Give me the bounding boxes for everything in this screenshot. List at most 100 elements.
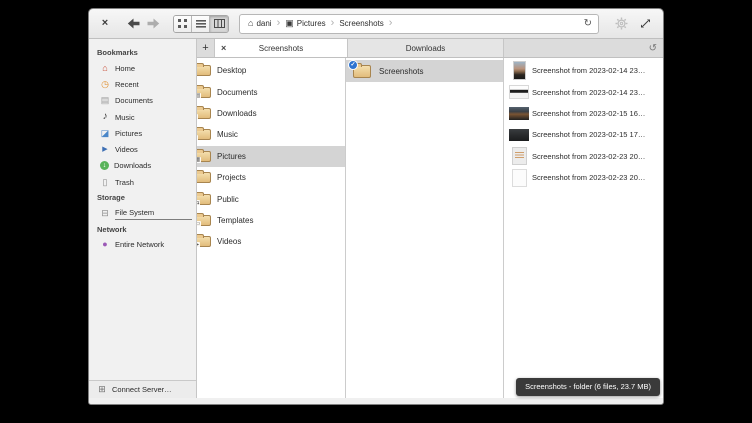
chevron-right-icon: ›	[274, 18, 284, 29]
sidebar-item-videos[interactable]: ▶ Videos	[89, 141, 196, 157]
forward-button[interactable]	[143, 16, 163, 32]
breadcrumb-home[interactable]: ⌂ dani	[246, 19, 274, 28]
chevron-right-icon: ›	[328, 18, 338, 29]
folder-icon: ↓	[197, 108, 211, 119]
list-view-button[interactable]	[192, 16, 210, 32]
file-row[interactable]: Screenshot from 2023-02-23 20…	[504, 167, 663, 188]
toolbar: ×	[89, 9, 663, 39]
status-tooltip: Screenshots - folder (6 files, 23.7 MB)	[516, 378, 660, 396]
file-label: Screenshot from 2023-02-14 23…	[532, 66, 645, 75]
breadcrumb-pictures-label: Pictures	[297, 19, 326, 28]
sidebar-item-documents[interactable]: ▤ Documents	[89, 93, 196, 109]
thumbnail-frame	[506, 147, 532, 165]
column-home: Desktop ▤ Documents ↓ Downloads ♪ Musi	[197, 58, 346, 398]
breadcrumb-screenshots[interactable]: Screenshots	[337, 19, 385, 28]
new-tab-button[interactable]: +	[197, 39, 215, 57]
home-icon: ⌂	[100, 64, 110, 73]
folder-label: Downloads	[217, 109, 257, 118]
file-label: Screenshot from 2023-02-15 17…	[532, 130, 645, 139]
window-close-button[interactable]: ×	[97, 18, 113, 29]
folder-row-public[interactable]: ⇆ Public	[197, 188, 345, 209]
folder-row-pictures[interactable]: ▦ Pictures	[197, 146, 345, 167]
thumbnail-frame	[506, 129, 532, 141]
folder-icon: ✓	[353, 65, 371, 78]
column-view-button[interactable]	[210, 16, 228, 32]
thumbnail-frame	[506, 61, 532, 80]
list-view-icon	[196, 19, 206, 28]
sidebar-item-label: Downloads	[114, 161, 151, 170]
sidebar-item-label: Pictures	[115, 129, 142, 138]
breadcrumb-pictures[interactable]: ▣ Pictures	[283, 19, 327, 28]
file-row[interactable]: Screenshot from 2023-02-23 20…	[504, 146, 663, 167]
folder-row-templates[interactable]: ▭ Templates	[197, 210, 345, 231]
tab-screenshots[interactable]: × Screenshots	[215, 39, 348, 57]
file-row[interactable]: Screenshot from 2023-02-14 23…	[504, 60, 663, 81]
folder-emblem-icon: ▭	[197, 221, 201, 227]
back-button[interactable]	[123, 16, 143, 32]
hard-drive-icon: ⊟	[100, 209, 110, 218]
folder-emblem-icon: ⇆	[197, 200, 200, 206]
tab-label: Screenshots	[215, 44, 347, 53]
sidebar-item-entire-network[interactable]: ● Entire Network	[89, 237, 196, 253]
file-label: Screenshot from 2023-02-14 23…	[532, 88, 645, 97]
video-icon: ▶	[100, 146, 110, 153]
folder-row-downloads[interactable]: ↓ Downloads	[197, 103, 345, 124]
sidebar-item-music[interactable]: ♪ Music	[89, 109, 196, 125]
folder-row-videos[interactable]: ▶ Videos	[197, 231, 345, 252]
file-thumbnail	[512, 169, 527, 187]
network-globe-icon: ●	[100, 240, 110, 249]
folder-label: Screenshots	[379, 67, 423, 76]
sidebar-item-trash[interactable]: ▯ Trash	[89, 174, 196, 190]
tab-bar: + × Screenshots Downloads ↺	[197, 39, 663, 58]
tab-downloads[interactable]: Downloads	[348, 39, 504, 57]
file-row[interactable]: Screenshot from 2023-02-14 23…	[504, 81, 663, 102]
folder-row-screenshots[interactable]: ✓ Screenshots	[346, 60, 503, 82]
forward-arrow-icon	[147, 18, 160, 29]
thumbnail-frame	[506, 169, 532, 187]
breadcrumb-screenshots-label: Screenshots	[339, 19, 383, 28]
grid-view-button[interactable]	[174, 16, 192, 32]
sidebar-item-label: Trash	[115, 178, 134, 187]
connect-server-label: Connect Server…	[112, 385, 172, 394]
folder-row-desktop[interactable]: Desktop	[197, 60, 345, 81]
folder-row-documents[interactable]: ▤ Documents	[197, 81, 345, 102]
screen: ×	[0, 0, 752, 423]
grid-view-icon	[178, 19, 187, 28]
tab-history-button[interactable]: ↺	[643, 39, 663, 57]
file-row[interactable]: Screenshot from 2023-02-15 17…	[504, 124, 663, 145]
column-view-icon	[214, 19, 225, 28]
tab-label: Downloads	[348, 44, 503, 53]
file-label: Screenshot from 2023-02-23 20…	[532, 152, 645, 161]
column-pictures: ✓ Screenshots	[346, 58, 504, 398]
folder-label: Public	[217, 195, 239, 204]
sidebar-item-recent[interactable]: ◷ Recent	[89, 76, 196, 92]
view-switcher	[173, 15, 229, 33]
document-icon: ▤	[100, 96, 110, 105]
folder-label: Pictures	[217, 152, 246, 161]
main-area: Bookmarks ⌂ Home ◷ Recent ▤ Documents ♪ …	[89, 39, 663, 398]
music-note-icon: ♪	[100, 112, 110, 122]
breadcrumb: ⌂ dani › ▣ Pictures › Screenshots › ↻	[239, 14, 599, 34]
file-thumbnail	[509, 129, 529, 141]
folder-row-music[interactable]: ♪ Music	[197, 124, 345, 145]
connect-server-button[interactable]: ⊞ Connect Server…	[89, 380, 196, 398]
settings-menu-button[interactable]	[611, 15, 631, 33]
trash-icon: ▯	[100, 178, 110, 187]
refresh-button[interactable]: ↻	[584, 19, 592, 29]
file-row[interactable]: Screenshot from 2023-02-15 16…	[504, 103, 663, 124]
sidebar-item-home[interactable]: ⌂ Home	[89, 60, 196, 76]
folder-row-projects[interactable]: Projects	[197, 167, 345, 188]
pictures-icon: ▣	[285, 19, 294, 28]
sidebar-item-file-system[interactable]: ⊟ File System	[89, 205, 196, 221]
sidebar: Bookmarks ⌂ Home ◷ Recent ▤ Documents ♪ …	[89, 39, 197, 398]
sidebar-item-pictures[interactable]: ◪ Pictures	[89, 125, 196, 141]
expand-arrows-icon	[640, 18, 651, 29]
sidebar-section-bookmarks: Bookmarks	[89, 45, 196, 60]
tab-bar-spacer	[504, 39, 643, 57]
miller-columns: Desktop ▤ Documents ↓ Downloads ♪ Musi	[197, 58, 663, 398]
photo-icon: ◪	[100, 129, 110, 138]
tab-close-icon[interactable]: ×	[221, 44, 226, 53]
maximize-button[interactable]	[635, 15, 655, 33]
sidebar-item-downloads[interactable]: ↓ Downloads	[89, 158, 196, 174]
content-area: + × Screenshots Downloads ↺	[197, 39, 663, 398]
